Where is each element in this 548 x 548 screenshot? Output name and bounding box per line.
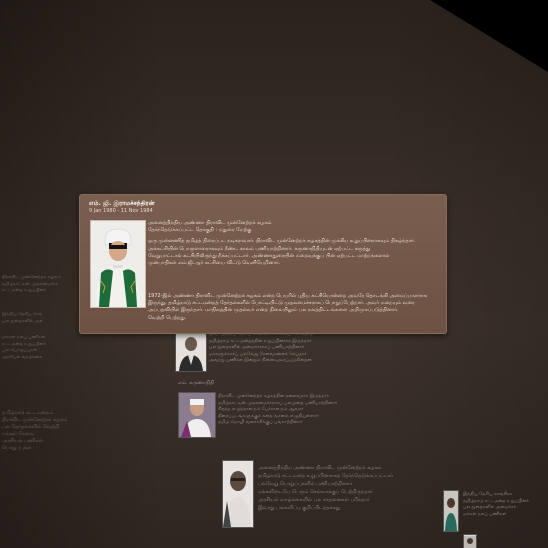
text-line: மக்களிடையே பெரும் செல்வாக்குப் பெற்றிருந… (258, 489, 373, 495)
text-line: திராவிட முன்னேற்றக் கழகம் (2, 417, 68, 423)
person-detail-card[interactable]: எம். ஜி. இராமச்சந்திரன் 9 Jan 1980 - 11 … (79, 194, 447, 334)
text-line: தேர்ந்தெடுக்கப்பட்ட தொகுதி : மதுரை மேற்க… (148, 227, 252, 234)
text-line: அரசியல் பணிகள் (2, 438, 43, 444)
text-line: 1972-இல் அண்ணா திராவிட முன்னேற்றக் கழகம்… (148, 293, 427, 299)
text-line: இந்திய தேசிய காங்கிரசு (2, 312, 42, 317)
text-line: ஒரு முன்னணித் தமிழ்த் திரைப்பட நடிகராவார… (148, 238, 416, 245)
portrait-photo (175, 330, 207, 372)
text-line: மக்கள் சேவை (2, 431, 35, 437)
timeline-entry[interactable]: அனைத்திந்திய அண்ணா திராவிட முன்னேற்றக் க… (222, 460, 452, 540)
text-line: தமிழ்நாடு சட்டமன்ற உறுப்பினராகத் தேர்ந்த… (258, 473, 394, 479)
text-line: அவரது பணிகள் இன்றும் நினைவுகூரப்படுகின்ற… (209, 358, 312, 363)
left-text-block: மக்கள் நலப் பணிகள் சட்டமன்ற உறுப்பினர் ப… (2, 335, 66, 361)
portrait-photo (443, 490, 459, 532)
left-text-block: திராவிட முன்னேற்றக் கழகம் தமிழ்நாட்டின் … (2, 275, 62, 295)
timeline-entry[interactable]: எம். கருணாநிதி திராவிட முன்னேற்றக் கழகத்… (178, 380, 348, 440)
text-line: பல துறைகளில் அமைச்சர் (2, 318, 42, 324)
text-line: இருந்து, தமிழ்நாடு சட்டமன்றத் தேர்தல்களி… (148, 300, 415, 307)
text-line: பொறுப்புகள் (2, 445, 32, 451)
text-line: அரசியல் வாழ்க்கை (2, 354, 43, 360)
text-line: தமிழ் மொழி வளர்ச்சிக்குப் பங்காற்றினார் (218, 420, 303, 425)
timeline-entry[interactable]: இவர் இந்திய தேசிய காங்கிரசு கட்சியைச் சே… (175, 330, 335, 375)
entry-text: இவர் இந்திய தேசிய காங்கிரசு கட்சியைச் சே… (209, 332, 315, 365)
text-line: தமிழ்நாடு சட்டமன்றம் (2, 410, 54, 416)
text-line: திராவிட முன்னேற்றக் கழகத்தின் தலைவராக இர… (218, 394, 329, 399)
card-description: அனைத்திந்திய அண்ணா திராவிட முன்னேற்றக் க… (148, 220, 438, 267)
card-description-continued: 1972-இல் அண்ணா திராவிட முன்னேற்றக் கழகம்… (148, 293, 440, 322)
text-line: பல்வேறு பொறுப்புகளில் பணியாற்றினார் (258, 481, 353, 487)
portrait-photo (178, 392, 216, 438)
text-line: அரசியல் வாழ்க்கையில் பல சாதனைகள் புரிந்த… (258, 497, 370, 503)
text-line: பல தேர்தல்களில் வெற்றி (2, 424, 60, 430)
entry-text: அனைத்திந்திய அண்ணா திராவிட முன்னேற்றக் க… (258, 464, 393, 512)
timeline-entry[interactable]: இந்திய தேசிய காங்கிரசு தமிழ்நாடு சட்டமன்… (443, 490, 543, 548)
text-line: திராவிட முன்னேற்றக் கழகம் (2, 275, 61, 280)
entry-text: திராவிட முன்னேற்றக் கழகத்தின் தலைவராக இர… (218, 394, 337, 427)
text-line: முன்பாதிகள் எம்.ஜி.ஆர் கட்சியை விட்டு வெ… (148, 260, 281, 267)
text-line: பல துறைகளில் அமைச்சராகப் பணியாற்றினார் (209, 345, 305, 350)
text-line: அக்கட்சியின் பொருளாளராகவும் நீண்ட காலம் … (148, 245, 371, 252)
entry-text: இந்திய தேசிய காங்கிரசு தமிழ்நாடு சட்டமன்… (463, 492, 529, 518)
timeline-3d-view[interactable]: திராவிட முன்னேற்றக் கழகம் தமிழ்நாட்டின் … (0, 0, 548, 548)
text-line: அனைத்திந்திய அண்ணா திராவிட முன்னேற்றக் க… (258, 465, 382, 471)
entry-name: எம். கருணாநிதி (178, 380, 215, 386)
text-line: மக்கள் நலப் பணிகள் (463, 511, 507, 517)
left-text-block: தமிழ்நாடு சட்டமன்றம் திராவிட முன்னேற்றக்… (2, 410, 78, 452)
person-name: எம். ஜி. இராமச்சந்திரன் (89, 200, 155, 207)
portrait-photo (222, 460, 254, 528)
portrait-photo (90, 220, 146, 308)
text-line: இவரது பங்களிப்பு குறிப்பிடத்தக்கது (258, 505, 341, 511)
text-line: அனைத்திந்திய அண்ணா திராவிட முன்னேற்றக் க… (148, 220, 272, 226)
portrait-photo (463, 534, 477, 548)
text-line: வேறுபாட்டால் கட்சியிலிருந்து நீக்கப்பட்ட… (148, 252, 390, 259)
text-line: அப்பதவியில் இருந்தார். மாநிலத்தின் முதல்… (148, 307, 399, 314)
left-text-block: இந்திய தேசிய காங்கிரசு பல துறைகளில் அமைச… (2, 312, 42, 325)
tenure-dates: 9 Jan 1980 - 11 Nov 1984 (89, 208, 153, 214)
text-line: வெற்றி பெற்றது. (148, 314, 187, 321)
text-line: சட்டமன்ற உறுப்பினர் (2, 288, 47, 293)
